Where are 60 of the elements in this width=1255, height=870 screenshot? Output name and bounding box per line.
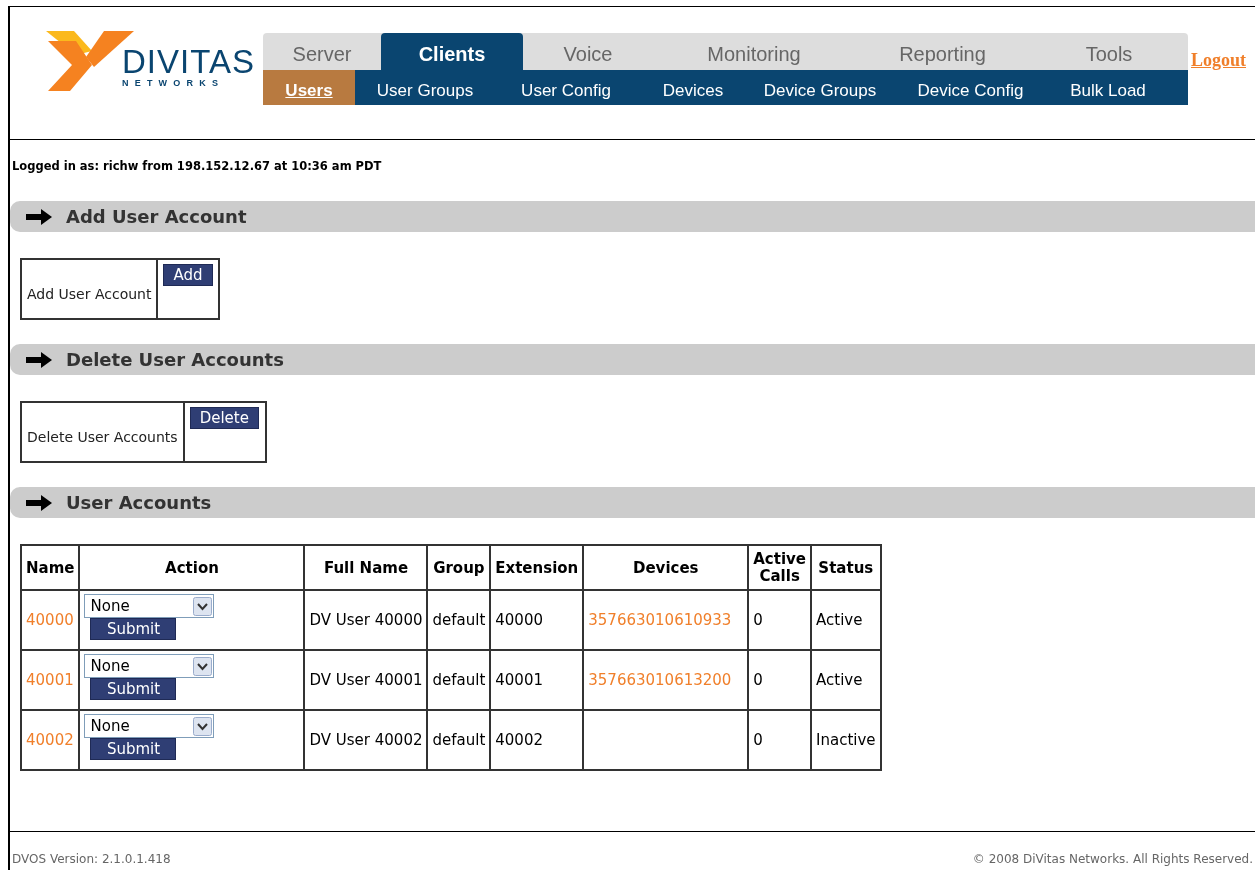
column-header: Group bbox=[427, 545, 491, 591]
nav-tab[interactable]: Clients bbox=[381, 33, 523, 70]
nav-tab[interactable]: Server bbox=[263, 33, 381, 70]
column-header: Full Name bbox=[304, 545, 428, 591]
table-cell: default bbox=[427, 710, 491, 771]
action-select[interactable]: None bbox=[84, 714, 215, 739]
action-select[interactable]: None bbox=[84, 594, 215, 619]
table-cell: 0 bbox=[748, 650, 812, 711]
column-header: Extension bbox=[490, 545, 584, 591]
table-cell: Active bbox=[811, 590, 881, 651]
table-cell: Inactive bbox=[811, 710, 881, 771]
action-button[interactable]: Delete bbox=[189, 407, 259, 430]
submit-button[interactable]: Submit bbox=[90, 618, 177, 641]
table-cell: default bbox=[427, 590, 491, 651]
column-header: Active Calls bbox=[748, 545, 812, 591]
caret-icon bbox=[193, 716, 213, 736]
action-select[interactable]: None bbox=[84, 654, 215, 679]
nav-tab[interactable]: Reporting bbox=[855, 33, 1030, 70]
column-header: Status bbox=[811, 545, 881, 591]
action-button[interactable]: Add bbox=[163, 264, 213, 287]
table-cell: DV User 40001 bbox=[304, 650, 428, 711]
table-cell: 40000 bbox=[490, 590, 584, 651]
arrow-icon bbox=[26, 494, 52, 511]
caret-icon bbox=[193, 656, 213, 676]
section-title: Add User Account bbox=[66, 205, 247, 230]
arrow-icon bbox=[26, 208, 52, 225]
submit-button[interactable]: Submit bbox=[90, 678, 177, 701]
section-title: User Accounts bbox=[66, 491, 212, 516]
sub-tab[interactable]: Device Config bbox=[891, 70, 1050, 105]
table-cell: DV User 40002 bbox=[304, 710, 428, 771]
submit-button[interactable]: Submit bbox=[90, 738, 177, 761]
sub-tab[interactable]: Users bbox=[263, 70, 355, 105]
sub-tab[interactable]: Bulk Load bbox=[1050, 70, 1166, 105]
column-header: Devices bbox=[583, 545, 749, 591]
table-cell: DV User 40000 bbox=[304, 590, 428, 651]
table-cell: 0 bbox=[748, 710, 812, 771]
logo-tagline: NETWORKS bbox=[122, 78, 226, 88]
version-text: DVOS Version: 2.1.0.1.418 bbox=[12, 851, 171, 868]
logo-name: DIVITAS bbox=[122, 44, 255, 78]
table-cell: 0 bbox=[748, 590, 812, 651]
arrow-icon bbox=[26, 351, 52, 368]
login-info: Logged in as: richw from 198.152.12.67 at 10:36 am PDT bbox=[12, 158, 383, 175]
column-header: Action bbox=[79, 545, 305, 591]
copyright-text: © 2008 DiVitas Networks. All Rights Reserved. bbox=[972, 851, 1253, 868]
sub-tab[interactable]: User Groups bbox=[355, 70, 495, 105]
table-cell: Delete User Accounts bbox=[21, 402, 184, 463]
table-cell: Add User Account bbox=[21, 259, 158, 320]
sub-tab[interactable]: Device Groups bbox=[749, 70, 891, 105]
column-header: Name bbox=[21, 545, 80, 591]
nav-tab[interactable]: Voice bbox=[523, 33, 653, 70]
nav-tab[interactable]: Monitoring bbox=[653, 33, 855, 70]
table-cell: Active bbox=[811, 650, 881, 711]
nav-tab[interactable]: Tools bbox=[1030, 33, 1188, 70]
section-title: Delete User Accounts bbox=[66, 348, 284, 373]
sub-tab[interactable]: Devices bbox=[637, 70, 749, 105]
table-cell: 40001 bbox=[490, 650, 584, 711]
table-cell: 40002 bbox=[490, 710, 584, 771]
sub-tab[interactable]: User Config bbox=[495, 70, 637, 105]
table-cell: default bbox=[427, 650, 491, 711]
caret-icon bbox=[193, 596, 213, 616]
